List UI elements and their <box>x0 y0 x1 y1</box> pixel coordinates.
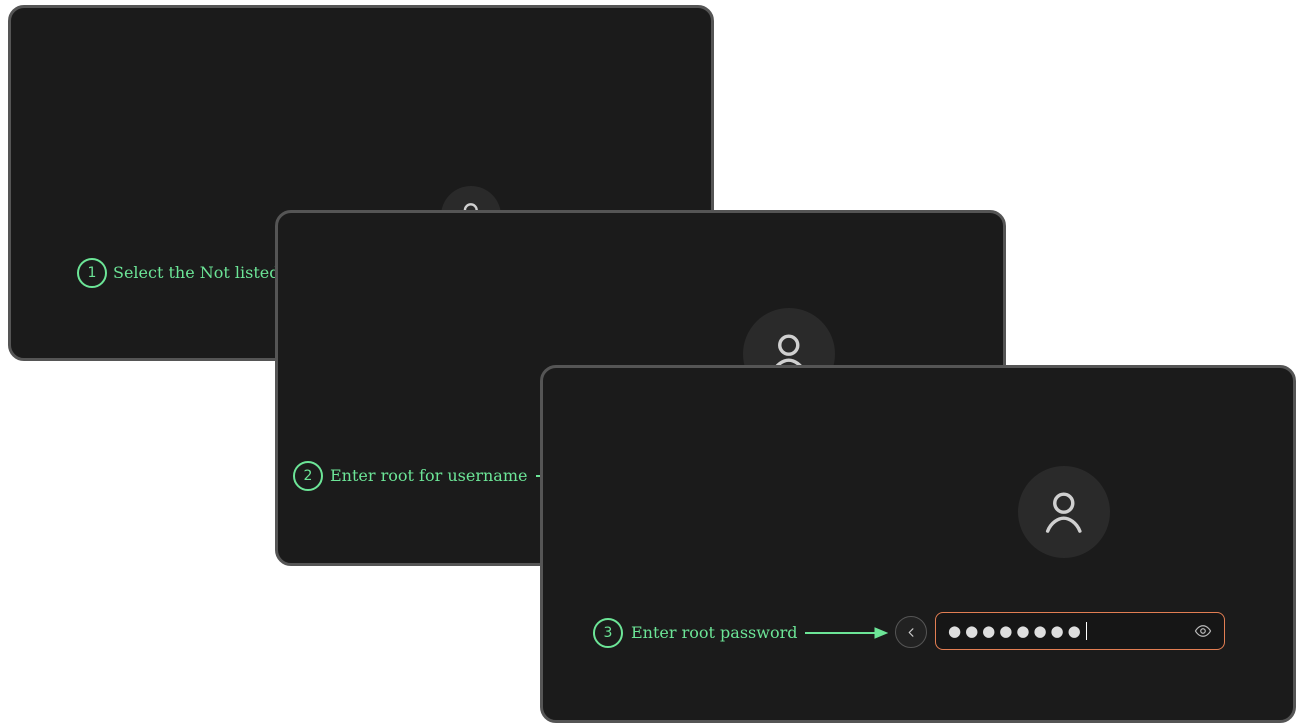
login-panel-password: ●●●●●●●● 3 Enter root password <box>540 365 1296 723</box>
annotation-text-2: Enter root for username <box>330 466 527 485</box>
reveal-password-icon[interactable] <box>1194 622 1212 640</box>
annotation-badge-2: 2 <box>293 461 323 491</box>
annotation-arrow-3 <box>805 626 888 640</box>
back-button[interactable] <box>895 616 927 648</box>
annotation-text-3: Enter root password <box>631 623 797 642</box>
diagram-stage: Sagar Sharma Not listed? 1 Select the No… <box>0 0 1300 724</box>
text-caret <box>1086 622 1087 640</box>
annotation-badge-1: 1 <box>77 258 107 288</box>
annotation-badge-3: 3 <box>593 618 623 648</box>
avatar <box>1018 466 1110 558</box>
password-mask: ●●●●●●●● <box>948 622 1085 640</box>
password-input[interactable]: ●●●●●●●● <box>935 612 1225 650</box>
